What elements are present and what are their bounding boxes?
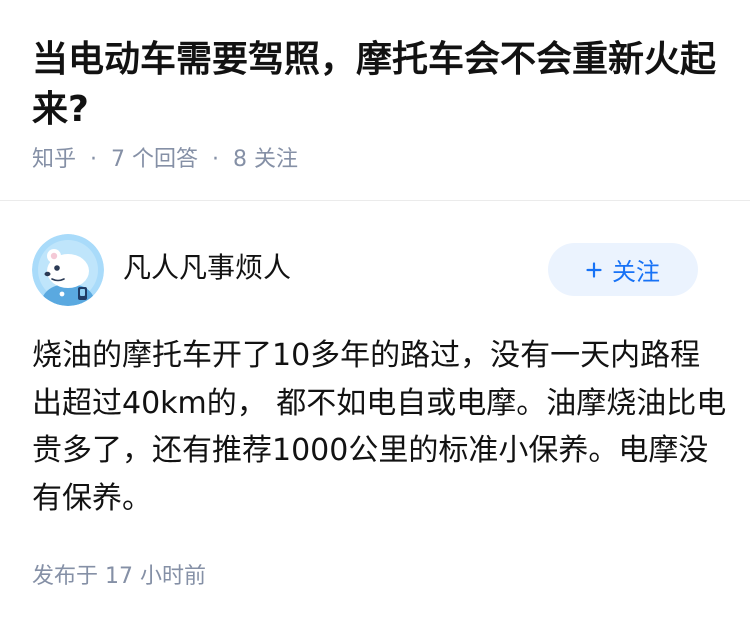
source-label: 知乎 xyxy=(32,147,77,172)
author-avatar[interactable] xyxy=(32,234,104,306)
meta-separator: · xyxy=(212,147,220,172)
plus-icon xyxy=(586,261,602,278)
answer-content: 烧油的摩托车开了10多年的路过，没有一天内路程 出超过40km的， 都不如电自或… xyxy=(32,332,726,522)
answer-text-line: 有保养。 xyxy=(32,480,152,516)
answer-text-line: 烧油的摩托车开了10多年的路过，没有一天内路程 xyxy=(32,338,701,373)
meta-separator: · xyxy=(90,147,98,172)
follower-count: 8 关注 xyxy=(233,147,299,172)
answer-text-line: 出超过40km的， 都不如电自或电摩。油摩烧油比电 xyxy=(32,385,727,421)
bear-avatar-icon xyxy=(32,234,104,306)
author-name[interactable]: 凡人凡事烦人 xyxy=(123,250,291,286)
question-title[interactable]: 当电动车需要驾照，摩托车会不会重新火起来? xyxy=(32,35,732,135)
answer-count: 7 个回答 xyxy=(111,147,199,172)
follow-button[interactable]: 关注 xyxy=(548,243,698,296)
answer-text-line: 贵多了，还有推荐1000公里的标准小保养。电摩没 xyxy=(32,433,709,468)
section-divider xyxy=(0,200,750,201)
question-meta: 知乎 · 7 个回答 · 8 关注 xyxy=(32,146,298,174)
follow-button-label: 关注 xyxy=(612,258,660,286)
published-time: 发布于 17 小时前 xyxy=(32,564,206,589)
